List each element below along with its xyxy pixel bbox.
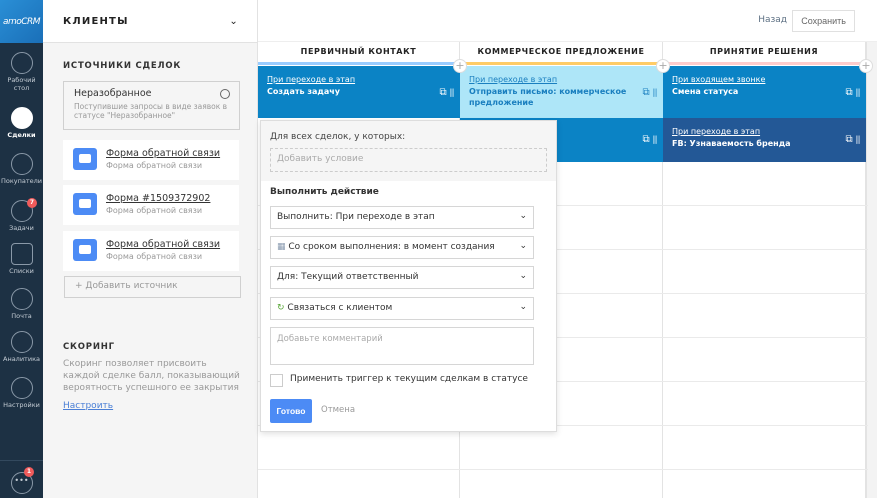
copy-drag-icon[interactable]: ⧉ ⦀: [643, 87, 657, 98]
source-item[interactable]: Форма #1509372902 Форма обратной связи: [63, 185, 239, 225]
scoring-title: СКОРИНГ: [63, 342, 115, 352]
pipeline-selector[interactable]: КЛИЕНТЫ ⌄: [43, 0, 257, 43]
add-trigger-plus-icon[interactable]: +: [656, 59, 670, 73]
scoring-setup-link[interactable]: Настроить: [63, 401, 113, 411]
settings-icon: [10, 377, 33, 399]
action-title: Выполнить действие: [270, 187, 379, 197]
divider: [258, 469, 868, 470]
form-icon: [73, 148, 97, 170]
nav-settings[interactable]: Настройки: [0, 377, 43, 409]
copy-drag-icon[interactable]: ⧉ ⦀: [440, 87, 454, 98]
mail-icon: [10, 288, 33, 310]
cancel-button[interactable]: Отмена: [321, 405, 355, 415]
back-button[interactable]: Назад: [758, 15, 787, 25]
nav-tasks[interactable]: Задачи 7: [0, 198, 43, 232]
chat-badge: 1: [24, 467, 34, 477]
chevron-down-icon: ⌄: [519, 241, 527, 251]
chevron-down-icon: ⌄: [519, 211, 527, 221]
copy-drag-icon[interactable]: ⧉ ⦀: [846, 87, 860, 98]
customers-icon: [10, 153, 33, 175]
form-icon: [73, 193, 97, 215]
scoring-desc: Скоринг позволяет присвоить каждой сделк…: [63, 359, 240, 393]
trigger-card[interactable]: При переходе в этап Отправить письмо: ком…: [460, 66, 663, 118]
apply-checkbox[interactable]: [270, 374, 283, 387]
nav-lists[interactable]: Списки: [0, 243, 43, 275]
comment-input[interactable]: Добавьте комментарий: [270, 327, 534, 365]
chevron-down-icon: ⌄: [229, 15, 239, 27]
sources-panel: КЛИЕНТЫ ⌄ ИСТОЧНИКИ СДЕЛОК Неразобранное …: [43, 0, 258, 498]
add-source-button[interactable]: + Добавить источник: [64, 276, 241, 298]
unsorted-source[interactable]: Неразобранное Поступившие запросы в виде…: [63, 81, 240, 130]
scrollbar[interactable]: [866, 42, 877, 498]
calendar-icon: ▦: [277, 242, 289, 252]
add-trigger-plus-icon[interactable]: +: [859, 59, 873, 73]
chevron-down-icon: ⌄: [519, 271, 527, 281]
trigger-settings-popup: Для всех сделок, у которых: Добавить усл…: [260, 120, 557, 432]
lists-icon: [10, 243, 33, 265]
copy-drag-icon[interactable]: ⧉ ⦀: [643, 134, 657, 145]
nav-analytics[interactable]: Аналитика: [0, 331, 43, 363]
source-item[interactable]: Форма обратной связи Форма обратной связи: [63, 140, 239, 180]
trigger-card[interactable]: При переходе в этап FB: Узнаваемость брен…: [663, 118, 866, 162]
deals-icon: [10, 107, 33, 129]
save-button[interactable]: Сохранить: [792, 10, 855, 32]
dashboard-icon: [10, 52, 33, 74]
form-icon: [73, 239, 97, 261]
responsible-select[interactable]: Для: Текущий ответственный ⌄: [270, 266, 534, 289]
nav-customers[interactable]: Покупатели: [0, 153, 43, 185]
trigger-card[interactable]: При переходе в этап Создать задачу ⧉ ⦀: [258, 66, 460, 118]
trigger-card[interactable]: При входящем звонке Смена статуса ⧉ ⦀: [663, 66, 866, 118]
top-bar: Назад Сохранить: [258, 0, 877, 42]
tasks-badge: 7: [27, 198, 37, 208]
task-type-select[interactable]: ↻ Связаться с клиентом ⌄: [270, 297, 534, 320]
chevron-down-icon: ⌄: [519, 302, 527, 312]
analytics-icon: [10, 331, 33, 353]
refresh-icon: ↻: [277, 303, 288, 313]
nav-mail[interactable]: Почта: [0, 288, 43, 320]
add-trigger-plus-icon[interactable]: +: [453, 59, 467, 73]
execute-select[interactable]: Выполнить: При переходе в этап ⌄: [270, 206, 534, 229]
chat-button[interactable]: ••• 1: [0, 467, 43, 496]
copy-drag-icon[interactable]: ⧉ ⦀: [846, 134, 860, 145]
divider: [0, 460, 43, 461]
toggle-radio[interactable]: [220, 89, 230, 99]
plus-icon: +: [75, 281, 86, 291]
nav-deals[interactable]: Сделки: [0, 107, 43, 139]
deadline-select[interactable]: ▦ Со сроком выполнения: в момент создани…: [270, 236, 534, 259]
nav-dashboard[interactable]: Рабочий стол: [0, 52, 43, 92]
sources-title: ИСТОЧНИКИ СДЕЛОК: [63, 61, 182, 71]
done-button[interactable]: Готово: [270, 399, 312, 423]
add-condition-input[interactable]: Добавить условие: [270, 148, 547, 172]
left-nav: amoCRM Рабочий стол Сделки Покупатели За…: [0, 0, 43, 498]
logo[interactable]: amoCRM: [0, 0, 43, 43]
source-item[interactable]: Форма обратной связи Форма обратной связи: [63, 231, 239, 271]
